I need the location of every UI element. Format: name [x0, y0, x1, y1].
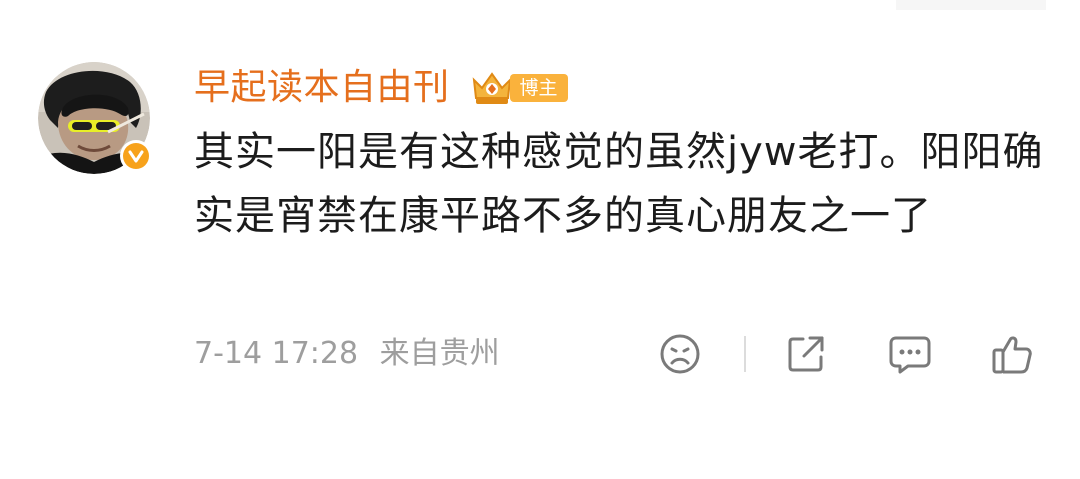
comment-text: 其实一阳是有这种感觉的虽然jyw老打。阳阳确实是宵禁在康平路不多的真心朋友之一了: [194, 129, 1044, 239]
verified-check-icon: [123, 143, 149, 169]
comment-bubble-icon: [889, 336, 931, 374]
reaction-button[interactable]: [654, 328, 706, 380]
comment-card: 早起读本自由刊 博主 其实一阳是有这种感觉的虽然jyw老打。阳阳确实是宵禁在康平…: [0, 0, 1080, 479]
top-edge-shade: [896, 0, 1046, 10]
author-badge-label: 博主: [509, 74, 568, 102]
action-divider: [744, 336, 746, 372]
crown-badge-icon: [472, 72, 511, 104]
share-button[interactable]: [780, 328, 832, 380]
like-button[interactable]: [986, 328, 1038, 380]
share-icon: [788, 336, 824, 372]
thumbs-up-icon: [992, 336, 1032, 374]
frown-face-icon: [660, 334, 700, 374]
action-bar: [0, 328, 1080, 380]
reply-button[interactable]: [884, 328, 936, 380]
username-row: 早起读本自由刊 博主: [194, 62, 568, 114]
username[interactable]: 早起读本自由刊: [194, 62, 450, 114]
avatar-container[interactable]: [38, 62, 152, 174]
author-badge: 博主: [468, 68, 568, 108]
verified-badge: [120, 140, 152, 172]
